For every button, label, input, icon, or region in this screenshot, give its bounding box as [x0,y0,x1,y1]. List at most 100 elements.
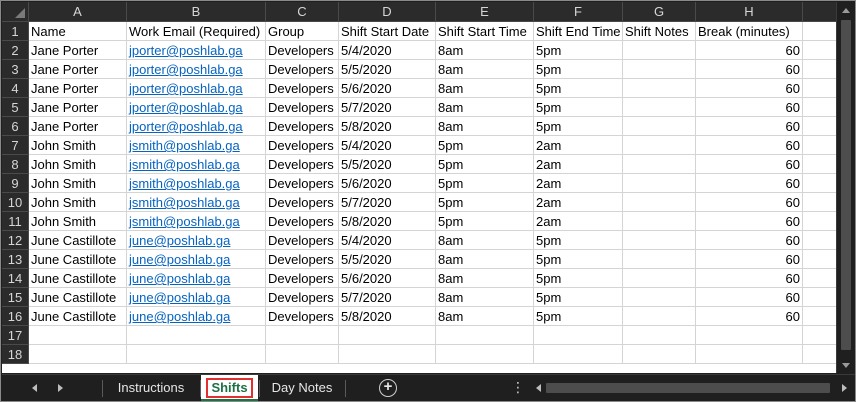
cell-f[interactable]: 5pm [534,288,623,307]
cell-i[interactable] [803,174,836,193]
cell-d[interactable]: 5/6/2020 [339,79,436,98]
cell-e[interactable]: 8am [436,307,534,326]
cell-h[interactable]: 60 [696,174,803,193]
vertical-scroll-thumb[interactable] [841,20,851,350]
h-scroll-left-icon[interactable] [532,382,544,394]
cell-c[interactable] [266,345,339,364]
cell-b[interactable] [127,326,266,345]
cell-i[interactable] [803,288,836,307]
cell-f[interactable]: 5pm [534,231,623,250]
cell-e[interactable]: 8am [436,79,534,98]
cell-g[interactable] [623,41,696,60]
cell-c[interactable]: Developers [266,307,339,326]
scroll-up-icon[interactable] [837,2,855,18]
more-options-icon[interactable]: ⋮ [511,377,525,397]
cell-h[interactable]: 60 [696,212,803,231]
cell-b[interactable]: jporter@poshlab.ga [127,98,266,117]
row-header[interactable]: 14 [2,269,29,288]
cell-g[interactable] [623,231,696,250]
cell-e[interactable]: 8am [436,250,534,269]
cell-f[interactable]: 5pm [534,250,623,269]
row-header[interactable]: 4 [2,79,29,98]
cell-c[interactable]: Developers [266,212,339,231]
cell-f[interactable]: 2am [534,174,623,193]
tab-shifts[interactable]: Shifts [201,375,258,401]
cell-b[interactable] [127,345,266,364]
cell-d[interactable]: 5/8/2020 [339,212,436,231]
cell-b[interactable]: jsmith@poshlab.ga [127,212,266,231]
column-header-f[interactable]: F [534,2,623,22]
cell-c[interactable]: Developers [266,269,339,288]
cell-e[interactable]: 8am [436,288,534,307]
cell-f[interactable]: 2am [534,193,623,212]
cell-b[interactable]: jporter@poshlab.ga [127,60,266,79]
cell-f[interactable]: 5pm [534,41,623,60]
cell-d[interactable]: Shift Start Date [339,22,436,41]
cell-f[interactable]: 5pm [534,60,623,79]
cell-d[interactable]: 5/4/2020 [339,136,436,155]
cell-g[interactable] [623,326,696,345]
cell-g[interactable] [623,269,696,288]
cell-a[interactable]: Name [29,22,127,41]
cell-d[interactable]: 5/4/2020 [339,41,436,60]
cell-i[interactable] [803,212,836,231]
cell-f[interactable] [534,326,623,345]
cell-f[interactable]: 2am [534,155,623,174]
cell-g[interactable] [623,60,696,79]
row-header[interactable]: 9 [2,174,29,193]
cell-g[interactable] [623,345,696,364]
cell-a[interactable] [29,326,127,345]
cell-c[interactable]: Developers [266,136,339,155]
cell-b[interactable]: june@poshlab.ga [127,307,266,326]
cell-d[interactable]: 5/7/2020 [339,98,436,117]
row-header[interactable]: 18 [2,345,29,364]
cell-g[interactable] [623,307,696,326]
cell-a[interactable]: John Smith [29,193,127,212]
cell-h[interactable] [696,345,803,364]
cell-f[interactable]: Shift End Time [534,22,623,41]
row-header[interactable]: 10 [2,193,29,212]
cell-g[interactable] [623,98,696,117]
cell-g[interactable] [623,193,696,212]
cell-d[interactable]: 5/5/2020 [339,60,436,79]
column-header-c[interactable]: C [266,2,339,22]
cell-e[interactable]: Shift Start Time [436,22,534,41]
cell-a[interactable]: Jane Porter [29,98,127,117]
cell-a[interactable]: Jane Porter [29,41,127,60]
cell-g[interactable] [623,155,696,174]
horizontal-scroll-thumb[interactable] [546,383,830,393]
cell-c[interactable] [266,326,339,345]
cell-a[interactable]: John Smith [29,212,127,231]
cell-c[interactable]: Developers [266,60,339,79]
cell-a[interactable]: Jane Porter [29,79,127,98]
select-all-corner[interactable] [2,2,29,22]
cell-e[interactable] [436,326,534,345]
h-scroll-right-icon[interactable] [838,382,850,394]
cell-g[interactable] [623,79,696,98]
cell-a[interactable]: June Castillote [29,250,127,269]
cell-i[interactable] [803,22,836,41]
scroll-down-icon[interactable] [837,357,855,373]
scroll-right-icon[interactable] [54,382,66,394]
cell-c[interactable]: Group [266,22,339,41]
cell-h[interactable]: 60 [696,136,803,155]
row-header[interactable]: 13 [2,250,29,269]
cell-b[interactable]: jsmith@poshlab.ga [127,136,266,155]
row-header[interactable]: 11 [2,212,29,231]
row-header[interactable]: 1 [2,22,29,41]
cell-c[interactable]: Developers [266,98,339,117]
cell-c[interactable]: Developers [266,288,339,307]
cell-i[interactable] [803,41,836,60]
cell-h[interactable]: 60 [696,307,803,326]
cell-b[interactable]: june@poshlab.ga [127,288,266,307]
cell-h[interactable]: 60 [696,41,803,60]
cell-d[interactable]: 5/8/2020 [339,307,436,326]
cell-b[interactable]: jsmith@poshlab.ga [127,193,266,212]
cell-h[interactable]: Break (minutes) [696,22,803,41]
row-header[interactable]: 5 [2,98,29,117]
cell-c[interactable]: Developers [266,41,339,60]
cell-h[interactable]: 60 [696,231,803,250]
cell-e[interactable]: 8am [436,60,534,79]
cell-f[interactable]: 2am [534,212,623,231]
cell-g[interactable] [623,212,696,231]
